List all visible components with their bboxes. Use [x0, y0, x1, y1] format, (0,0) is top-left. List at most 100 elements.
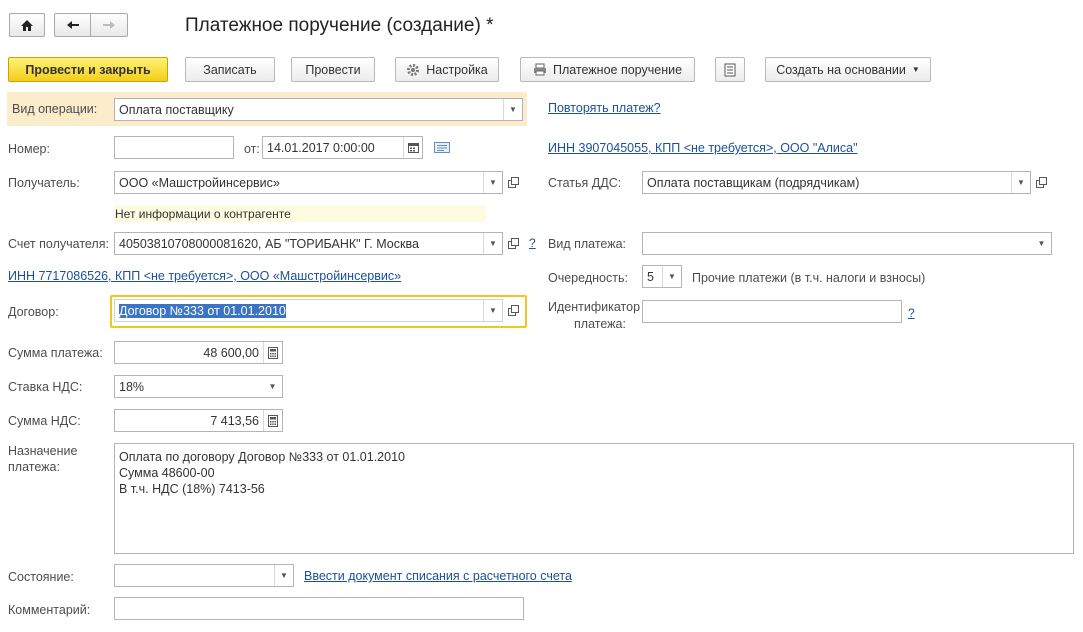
- settings-button[interactable]: Настройка: [395, 57, 499, 82]
- purpose-line: Оплата по договору Договор №333 от 01.01…: [119, 450, 405, 464]
- recipient-value: ООО «Машстройинсервис»: [119, 175, 280, 190]
- state-select[interactable]: ▼: [114, 564, 294, 587]
- dds-select[interactable]: Оплата поставщикам (подрядчикам) ▼: [642, 171, 1031, 194]
- save-button[interactable]: Записать: [185, 57, 275, 82]
- vat-rate-select[interactable]: 18% ▼: [114, 375, 283, 398]
- document-icon: [724, 63, 736, 76]
- open-window-icon: [1036, 177, 1047, 188]
- priority-description: Прочие платежи (в т.ч. налоги и взносы): [692, 271, 926, 285]
- calendar-icon[interactable]: [403, 137, 422, 158]
- recipient-inn-link[interactable]: ИНН 7717086526, КПП <не требуется>, ООО …: [8, 269, 401, 283]
- priority-value: 5: [647, 269, 654, 284]
- vat-rate-label: Ставка НДС:: [8, 380, 83, 394]
- amount-value: 48 600,00: [203, 345, 259, 360]
- contract-select[interactable]: Договор №333 от 01.01.2010 ▼: [114, 299, 503, 322]
- number-input[interactable]: [114, 136, 234, 159]
- open-window-icon: [508, 177, 519, 188]
- account-help-link[interactable]: ?: [529, 236, 536, 250]
- dds-label: Статья ДДС:: [548, 176, 622, 190]
- payment-id-help-link[interactable]: ?: [908, 306, 915, 320]
- post-button[interactable]: Провести: [291, 57, 375, 82]
- dropdown-arrow-icon[interactable]: ▼: [483, 172, 502, 193]
- dds-value: Оплата поставщикам (подрядчикам): [647, 175, 860, 190]
- dropdown-arrow-icon[interactable]: ▼: [483, 233, 502, 254]
- post-and-close-button[interactable]: Провести и закрыть: [8, 57, 168, 82]
- vat-rate-value: 18%: [119, 379, 145, 394]
- create-based-on-button[interactable]: Создать на основании ▼: [765, 57, 931, 82]
- dropdown-arrow-icon[interactable]: ▼: [503, 99, 522, 120]
- recipient-label: Получатель:: [8, 176, 80, 190]
- home-button[interactable]: [9, 13, 45, 37]
- purpose-line: Сумма 48600-00: [119, 466, 215, 480]
- comment-label: Комментарий:: [8, 603, 91, 617]
- amount-label: Сумма платежа:: [8, 346, 103, 360]
- back-button[interactable]: [54, 13, 91, 37]
- arrow-right-icon: [103, 21, 115, 29]
- dropdown-arrow-icon[interactable]: ▼: [1032, 233, 1051, 254]
- open-dds-button[interactable]: [1031, 171, 1052, 194]
- home-icon: [21, 19, 33, 31]
- comment-note-icon[interactable]: [434, 142, 450, 156]
- create-based-label: Создать на основании: [776, 62, 906, 77]
- contract-label: Договор:: [8, 305, 59, 319]
- purpose-label-1: Назначение: [8, 444, 78, 458]
- account-select[interactable]: 40503810708000081620, АБ "ТОРИБАНК" Г. М…: [114, 232, 503, 255]
- purpose-textarea[interactable]: Оплата по договору Договор №333 от 01.01…: [114, 443, 1074, 554]
- purpose-line: В т.ч. НДС (18%) 7413-56: [119, 482, 265, 496]
- save-label: Записать: [203, 62, 257, 77]
- open-window-icon: [508, 305, 519, 316]
- recipient-select[interactable]: ООО «Машстройинсервис» ▼: [114, 171, 503, 194]
- operation-select[interactable]: Оплата поставщику ▼: [114, 98, 523, 121]
- vat-amount-label: Сумма НДС:: [8, 414, 81, 428]
- payment-type-select[interactable]: ▼: [642, 232, 1052, 255]
- page-title: Платежное поручение (создание) *: [185, 15, 494, 36]
- organization-inn-link[interactable]: ИНН 3907045055, КПП <не требуется>, ООО …: [548, 141, 858, 155]
- settings-label: Настройка: [426, 62, 488, 77]
- open-window-icon: [508, 238, 519, 249]
- dropdown-arrow-icon[interactable]: ▼: [483, 300, 502, 321]
- forward-button[interactable]: [90, 13, 128, 37]
- open-recipient-button[interactable]: [503, 171, 524, 194]
- comment-input[interactable]: [114, 597, 524, 620]
- operation-label: Вид операции:: [12, 102, 98, 116]
- post-label: Провести: [305, 62, 361, 77]
- payment-id-input[interactable]: [642, 300, 902, 323]
- date-value: 14.01.2017 0:00:00: [267, 140, 375, 155]
- repeat-payment-link[interactable]: Повторять платеж?: [548, 101, 661, 115]
- recipient-info-text: Нет информации о контрагенте: [115, 207, 291, 221]
- print-label: Платежное поручение: [552, 62, 683, 77]
- contract-value-wrap: Договор №333 от 01.01.2010: [115, 303, 483, 318]
- recipient-info-note: Нет информации о контрагенте: [114, 205, 486, 222]
- contract-value: Договор №333 от 01.01.2010: [119, 303, 286, 318]
- state-label: Состояние:: [8, 570, 74, 584]
- account-label: Счет получателя:: [8, 237, 109, 251]
- report-button[interactable]: [715, 57, 745, 82]
- operation-value: Оплата поставщику: [119, 102, 234, 117]
- open-contract-button[interactable]: [503, 299, 524, 322]
- vat-amount-input[interactable]: 7 413,56: [114, 409, 283, 432]
- calculator-icon[interactable]: [263, 410, 282, 431]
- dropdown-arrow-icon[interactable]: ▼: [274, 565, 293, 586]
- print-payment-order-button[interactable]: Платежное поручение: [520, 57, 695, 82]
- priority-label: Очередность:: [548, 271, 628, 285]
- payment-type-label: Вид платежа:: [548, 237, 627, 251]
- payment-id-label-1: Идентификатор: [548, 300, 641, 314]
- date-input[interactable]: 14.01.2017 0:00:00: [262, 136, 423, 159]
- calculator-icon[interactable]: [263, 342, 282, 363]
- gear-icon: [407, 63, 420, 76]
- payment-id-label-2: платежа:: [574, 317, 626, 331]
- date-label: от:: [244, 142, 260, 156]
- arrow-left-icon: [66, 21, 79, 29]
- priority-select[interactable]: 5 ▼: [642, 265, 682, 288]
- dropdown-arrow-icon[interactable]: ▼: [263, 376, 282, 397]
- open-account-button[interactable]: [503, 232, 524, 255]
- create-writeoff-link[interactable]: Ввести документ списания с расчетного сч…: [304, 569, 572, 583]
- chevron-down-icon: ▼: [911, 65, 920, 74]
- dropdown-arrow-icon[interactable]: ▼: [662, 266, 681, 287]
- post-and-close-label: Провести и закрыть: [25, 62, 151, 77]
- amount-input[interactable]: 48 600,00: [114, 341, 283, 364]
- dropdown-arrow-icon[interactable]: ▼: [1011, 172, 1030, 193]
- purpose-label-2: платежа:: [8, 460, 60, 474]
- printer-icon: [533, 63, 546, 76]
- account-value: 40503810708000081620, АБ "ТОРИБАНК" Г. М…: [119, 236, 419, 251]
